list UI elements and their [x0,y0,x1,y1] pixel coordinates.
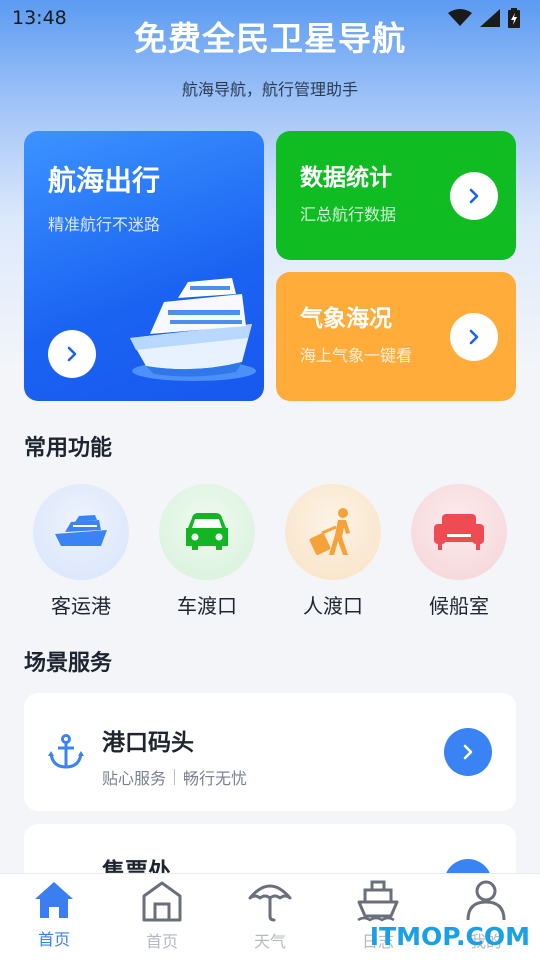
tab-home-2[interactable]: 首页 [122,880,202,952]
feature-waiting-room-circle [411,484,507,580]
cruise-ship-illustration-icon [130,278,256,381]
service-port-terminal-desc-a: 贴心服务 [102,769,167,788]
service-port-terminal-arrow-button[interactable] [444,728,492,776]
card-data-statistics[interactable]: 数据统计 汇总航行数据 [276,131,516,260]
card-navigation-title: 航海出行 [48,164,161,197]
watermark-logo: ITMOP.COM [369,922,530,951]
user-icon [466,880,506,921]
feature-car-ferry[interactable]: 车渡口 [159,484,255,619]
card-data-desc: 汇总航行数据 [300,205,397,224]
service-port-terminal-title: 港口码头 [102,730,194,756]
app-title: 免费全民卫星导航 [134,19,406,58]
sofa-icon [434,514,484,550]
feature-passenger-port[interactable]: 客运港 [33,484,129,619]
home-icon [35,882,73,918]
tab-home-2-label: 首页 [145,932,178,951]
section-title-scene-services: 场景服务 [24,651,113,676]
service-port-terminal-desc: 贴心服务 畅行无忧 [102,765,247,789]
service-port-terminal-desc-b: 畅行无忧 [183,769,248,788]
tab-weather-label: 天气 [253,932,286,951]
chevron-right-icon [469,329,479,345]
service-card-port-terminal[interactable]: 港口码头 贴心服务 畅行无忧 [24,693,516,811]
feature-waiting-room[interactable]: 候船室 [411,484,507,619]
car-icon [186,513,228,550]
cruise-ship-icon [55,515,107,546]
card-data-title: 数据统计 [300,165,392,191]
feature-car-ferry-label: 车渡口 [177,594,237,618]
chevron-right-icon [67,346,77,362]
feature-pedestrian-ferry-label: 人渡口 [303,594,363,618]
card-navigation[interactable]: 航海出行 精准航行不迷路 [24,131,264,401]
card-navigation-desc: 精准航行不迷路 [48,215,161,234]
ship-icon [357,880,399,922]
divider [174,769,176,785]
tab-home-label: 首页 [37,930,70,949]
feature-car-ferry-circle [159,484,255,580]
building-icon [142,881,182,922]
section-title-common-functions: 常用功能 [24,436,113,461]
chevron-right-icon [469,188,479,204]
card-weather-desc: 海上气象一键看 [300,346,413,365]
umbrella-icon [248,884,292,922]
card-weather-arrow-button[interactable] [450,313,498,361]
tab-home[interactable]: 首页 [14,880,94,950]
card-weather-title: 气象海况 [300,306,392,332]
card-weather[interactable]: 气象海况 海上气象一键看 [276,272,516,401]
feature-pedestrian-ferry[interactable]: 人渡口 [285,484,381,619]
feature-pedestrian-ferry-circle [285,484,381,580]
card-data-arrow-button[interactable] [450,172,498,220]
feature-passenger-port-circle [33,484,129,580]
tab-weather[interactable]: 天气 [230,880,310,952]
feature-waiting-room-label: 候船室 [429,594,489,618]
anchor-icon [48,734,84,769]
chevron-right-icon [463,744,473,760]
app-subtitle: 航海导航，航行管理助手 [181,80,358,99]
traveler-icon [309,508,350,555]
feature-passenger-port-label: 客运港 [51,594,111,618]
card-navigation-arrow-button[interactable] [48,330,96,378]
